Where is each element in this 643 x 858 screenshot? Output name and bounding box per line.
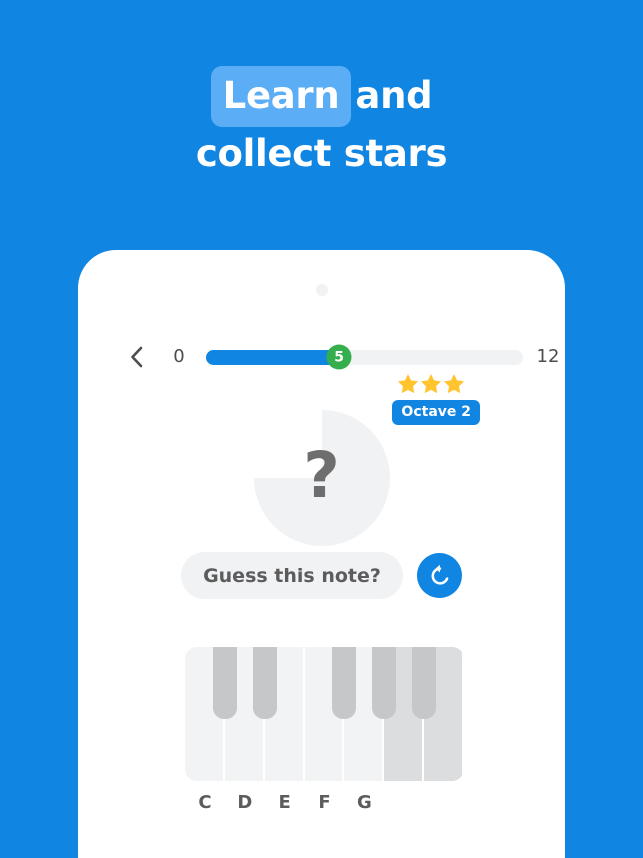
octave-badge: Octave 2 <box>392 400 480 425</box>
guess-row: Guess this note? <box>78 552 565 599</box>
piano-key-labels: C D E F G <box>185 791 464 815</box>
headline-line-1: Learn and <box>0 66 643 127</box>
page-title: Learn and collect stars <box>0 66 643 180</box>
piano-black-key-5[interactable] <box>412 647 437 719</box>
replay-button[interactable] <box>417 553 462 598</box>
replay-icon <box>427 563 453 589</box>
note-question-mark: ? <box>303 438 340 512</box>
phone-mockup: 0 5 12 Octave 2 ? Guess this note? C D E… <box>78 250 565 858</box>
piano-keyboard[interactable] <box>185 647 464 781</box>
star-icon <box>443 373 465 394</box>
piano-key-label: E <box>278 792 291 813</box>
headline-highlight-word: Learn <box>210 66 352 127</box>
camera-dot-icon <box>315 284 328 296</box>
piano-key-label: G <box>356 792 372 813</box>
progress-min-label: 0 <box>173 346 185 367</box>
chevron-left-icon <box>129 345 144 369</box>
promo-screen: Learn and collect stars 0 5 12 Octave 2 … <box>0 0 643 858</box>
piano-key-label <box>424 791 464 815</box>
piano-black-key-2[interactable] <box>252 647 277 719</box>
headline-line-1-rest: and <box>355 74 433 117</box>
piano-black-key-4[interactable] <box>372 647 397 719</box>
piano-black-key-1[interactable] <box>212 647 237 719</box>
app-topbar: 0 5 12 <box>78 342 565 372</box>
progress-max-label: 12 <box>536 346 560 367</box>
progress-thumb[interactable]: 5 <box>326 344 352 370</box>
headline-line-2: collect stars <box>195 132 448 175</box>
piano-black-key-3[interactable] <box>332 647 357 719</box>
progress-fill <box>206 349 340 365</box>
piano-key-label <box>384 791 424 815</box>
note-pie-display: ? <box>253 410 390 546</box>
piano-key-label: C <box>198 792 212 813</box>
star-icon <box>397 373 419 394</box>
guess-note-button[interactable]: Guess this note? <box>181 552 403 599</box>
star-rating <box>397 373 465 394</box>
piano-key-label: F <box>318 792 331 813</box>
back-button[interactable] <box>114 342 158 372</box>
piano-key-label: D <box>237 792 253 813</box>
progress-slider[interactable]: 5 <box>206 344 523 370</box>
star-icon <box>420 373 442 394</box>
